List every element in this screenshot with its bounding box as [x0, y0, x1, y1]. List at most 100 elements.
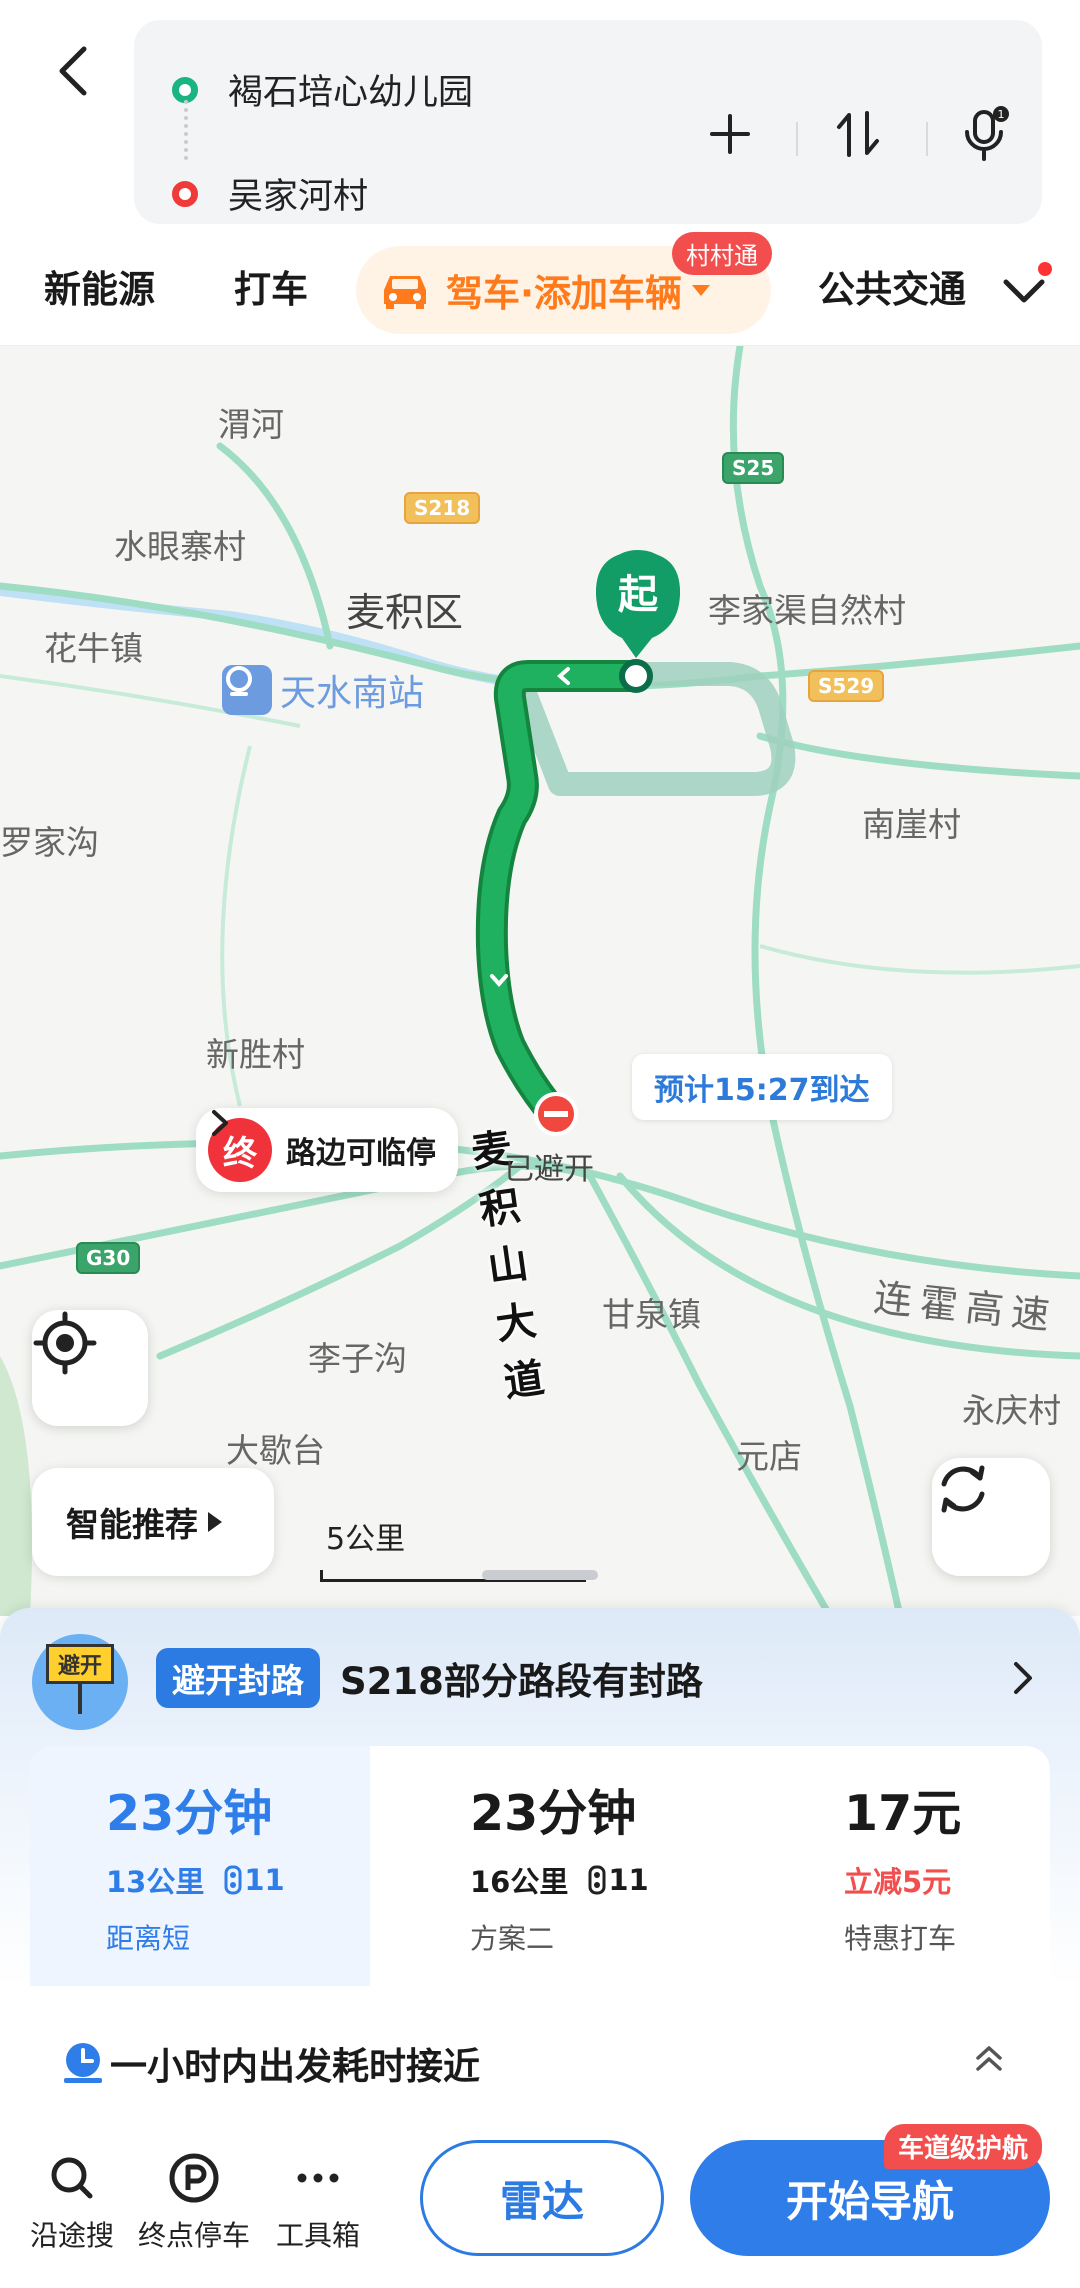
- travel-mode-tabs: 新能源 打车 驾车·添加车辆 公共交通: [0, 238, 1080, 346]
- origin-field[interactable]: 褐石培心幼儿园: [172, 64, 473, 115]
- tab-taxi[interactable]: 打车: [234, 260, 308, 320]
- route-search-header: 褐石培心幼儿园 吴家河村 1: [0, 0, 1080, 238]
- locate-button[interactable]: [32, 1310, 148, 1426]
- taxi-option[interactable]: 17元 立减5元 特惠打车: [710, 1746, 1050, 1986]
- tab-drive-label: 驾车·添加车辆: [446, 272, 683, 315]
- place-label: 李家渠自然村: [708, 591, 906, 630]
- taxi-discount: 立减5元: [844, 1865, 952, 1899]
- route-shield: G30: [76, 1242, 141, 1274]
- radar-button[interactable]: 雷达: [420, 2140, 664, 2256]
- crosshair-icon: [33, 1311, 97, 1375]
- dropdown-caret-icon: [692, 284, 711, 296]
- traffic-light-icon: [224, 1865, 242, 1895]
- station-label: 天水南站: [280, 673, 425, 714]
- route-meta: 16公里 11: [470, 1859, 710, 1901]
- more-dots-icon: [290, 2150, 346, 2206]
- microphone-icon: 1: [965, 106, 1009, 161]
- route-option-2[interactable]: 23分钟 16公里 11 方案二: [370, 1746, 710, 1986]
- eta-bubble[interactable]: 预计15:27到达: [632, 1054, 892, 1120]
- smart-recommend-label: 智能推荐: [66, 1505, 198, 1544]
- route-shield: S529: [808, 670, 885, 702]
- route-input-card: 褐石培心幼儿园 吴家河村 1: [134, 20, 1042, 224]
- place-label: 李子沟: [308, 1339, 407, 1378]
- road-closure-notice[interactable]: 避开 避开封路 S218部分路段有封路: [26, 1628, 1056, 1730]
- traffic-light-icon: [588, 1865, 606, 1895]
- origin-dot-icon: [172, 76, 198, 103]
- notification-dot: [1038, 262, 1052, 276]
- place-label: 麦积区: [346, 591, 464, 636]
- svg-text:1: 1: [998, 108, 1005, 121]
- station-poi[interactable]: 天水南站: [222, 664, 424, 716]
- road-name-char: 道: [501, 1355, 548, 1407]
- origin-text: 褐石培心幼儿园: [228, 73, 474, 113]
- avoided-label: 已避开: [504, 1152, 594, 1187]
- lane-level-badge: 车道级护航: [884, 2124, 1043, 2169]
- voice-button[interactable]: 1: [954, 102, 1018, 166]
- divider: [926, 122, 928, 156]
- more-tabs-button[interactable]: [998, 262, 1054, 318]
- tab-new-energy[interactable]: 新能源: [44, 260, 155, 320]
- avoided-closure-marker: [534, 1092, 578, 1136]
- place-label: 元店: [736, 1437, 802, 1476]
- back-button[interactable]: [44, 36, 104, 106]
- route-desc: 方案二: [470, 1922, 555, 1955]
- place-label: 甘泉镇: [602, 1295, 701, 1334]
- place-label: 大歇台: [226, 1431, 325, 1470]
- place-label: 永庆村: [962, 1391, 1061, 1430]
- route-shield: S218: [404, 492, 481, 524]
- place-label: 渭河: [218, 405, 284, 444]
- toolbox-button[interactable]: 工具箱: [276, 2150, 360, 2254]
- refresh-icon: [941, 1465, 985, 1513]
- destination-parking-button[interactable]: 终点停车: [138, 2150, 250, 2254]
- divider: [796, 122, 798, 156]
- route-desc: 特惠打车: [844, 1922, 957, 1955]
- swap-button[interactable]: [826, 102, 890, 166]
- road-name-char: 山: [484, 1240, 532, 1292]
- place-label: 新胜村: [206, 1035, 305, 1074]
- route-meta: 13公里 11: [106, 1859, 370, 1901]
- route-connector: [184, 100, 188, 160]
- route-options-sheet: 避开 避开封路 S218部分路段有封路 23分钟 13公里 11 距离短 23分…: [0, 1608, 1080, 2126]
- destination-parking-label: 路边可临停: [286, 1136, 436, 1171]
- road-name-char: 大: [493, 1297, 540, 1349]
- destination-parking-text: 终点停车: [138, 2219, 251, 2252]
- place-label: 南崖村: [862, 805, 961, 844]
- drag-handle[interactable]: [482, 1570, 598, 1580]
- start-marker-label: 起: [618, 572, 658, 618]
- along-route-search-label: 沿途搜: [30, 2219, 115, 2252]
- route-lights: 11: [608, 1863, 649, 1897]
- closure-sign-icon: 避开: [26, 1628, 142, 1730]
- add-waypoint-button[interactable]: [698, 102, 762, 166]
- route-shield: S25: [722, 452, 785, 484]
- route-desc: 距离短: [106, 1922, 191, 1955]
- route-distance: 16公里: [470, 1865, 569, 1899]
- tab-transit[interactable]: 公共交通: [818, 260, 968, 320]
- refresh-route-button[interactable]: [932, 1458, 1050, 1576]
- train-station-icon: [222, 665, 272, 715]
- play-triangle-icon: [208, 1512, 222, 1532]
- destination-parking-pill[interactable]: 终 路边可临停: [196, 1108, 458, 1192]
- parking-icon: [166, 2150, 222, 2206]
- taxi-price: 17元: [844, 1785, 962, 1842]
- route-time: 23分钟: [106, 1785, 273, 1842]
- route-option-1[interactable]: 23分钟 13公里 11 距离短: [30, 1746, 370, 1986]
- place-label: 罗家沟: [0, 823, 99, 862]
- chevron-double-up-icon[interactable]: [972, 2042, 1006, 2076]
- chevron-right-icon: [212, 1110, 228, 1136]
- closure-tag: 避开封路: [156, 1648, 320, 1708]
- village-badge: 村村通: [672, 232, 772, 275]
- search-icon: [44, 2150, 100, 2206]
- car-icon: [384, 276, 426, 309]
- closure-text: S218部分路段有封路: [340, 1660, 703, 1703]
- route-map[interactable]: 起 渭河 水眼寨村 麦积区 花牛镇 天水南站 李家渠自然村 南崖村 罗家沟 新胜…: [0, 346, 1080, 1616]
- place-label: 花牛镇: [44, 629, 143, 668]
- place-label: 水眼寨村: [114, 527, 246, 566]
- destination-dot-icon: [172, 180, 198, 207]
- clock-icon: [64, 2043, 102, 2083]
- smart-recommend-button[interactable]: 智能推荐: [32, 1468, 274, 1576]
- along-route-search-button[interactable]: 沿途搜: [30, 2150, 114, 2254]
- toolbox-label: 工具箱: [276, 2219, 361, 2252]
- destination-field[interactable]: 吴家河村: [172, 168, 368, 219]
- swap-icon: [837, 111, 879, 157]
- departure-hint[interactable]: 一小时内出发耗时接近: [60, 2036, 480, 2090]
